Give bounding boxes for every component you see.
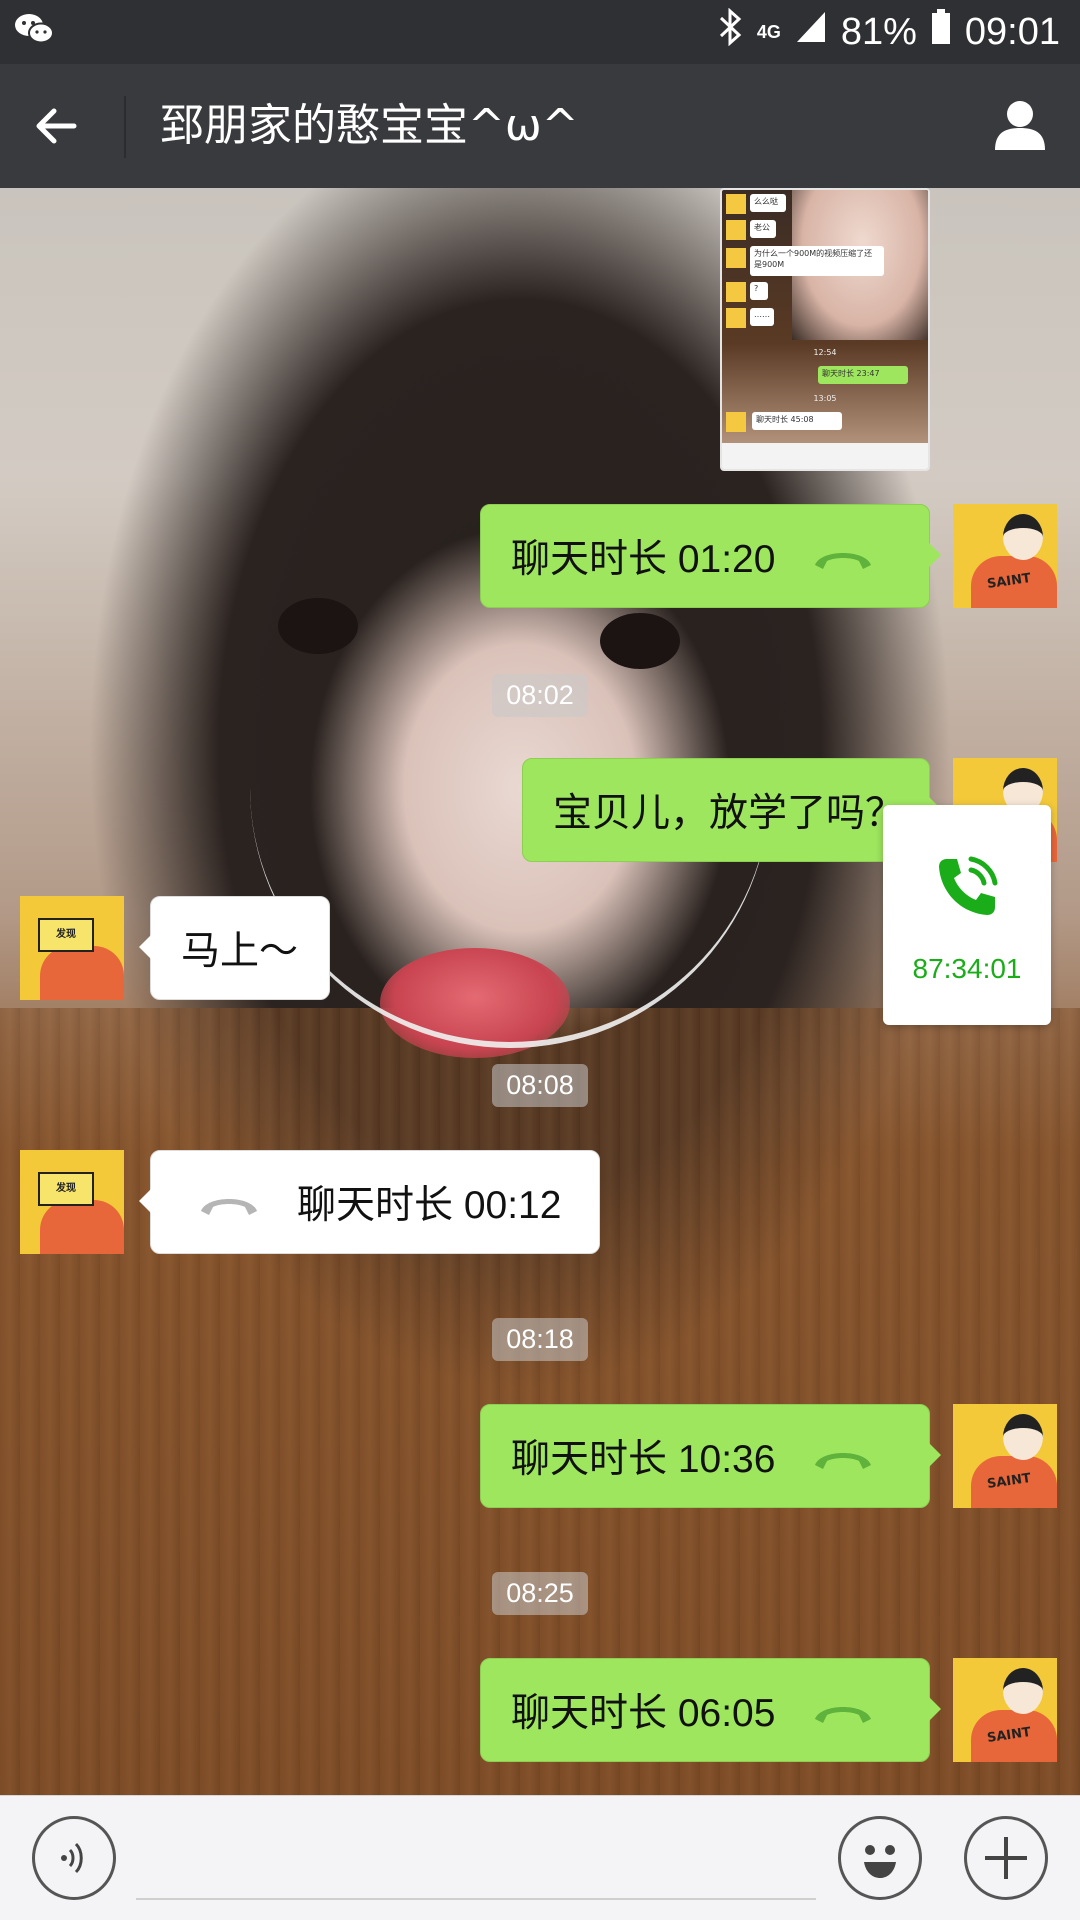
message-text: 聊天时长 10:36 bbox=[511, 1438, 776, 1481]
timestamp: 08:02 bbox=[0, 674, 1080, 717]
phone-hangup-icon bbox=[811, 1694, 875, 1726]
input-bar bbox=[0, 1795, 1080, 1920]
signal-icon bbox=[795, 10, 827, 54]
mini-input-bar bbox=[722, 443, 928, 469]
message-bubble-self[interactable]: 宝贝儿，放学了吗？ bbox=[522, 758, 941, 862]
network-type: 4G bbox=[756, 22, 781, 42]
mini-message: 老公 bbox=[750, 220, 776, 238]
message-text: 马上～ bbox=[181, 930, 299, 973]
timestamp: 08:18 bbox=[0, 1318, 1080, 1361]
mini-avatar bbox=[726, 194, 746, 214]
mini-avatar bbox=[726, 308, 746, 328]
message-text: 聊天时长 00:12 bbox=[297, 1184, 562, 1227]
battery-percent: 81% bbox=[840, 10, 917, 53]
mini-call-message: 聊天时长 45:08 bbox=[752, 412, 842, 430]
image-message[interactable]: 么么哒 老公 为什么一个900M的视频压缩了还是900M ? …… 12:54 … bbox=[720, 188, 930, 471]
message-bubble-self[interactable]: 聊天时长 10:36 bbox=[480, 1404, 941, 1508]
avatar-other[interactable]: 发现 bbox=[20, 896, 124, 1000]
chat-background-eye-left bbox=[278, 598, 358, 654]
bluetooth-icon bbox=[717, 7, 743, 56]
person-icon[interactable] bbox=[990, 94, 1050, 154]
arrow-left-icon[interactable] bbox=[30, 96, 90, 156]
message-bubble-other[interactable]: 聊天时长 00:12 bbox=[139, 1150, 600, 1254]
battery-icon bbox=[931, 9, 951, 55]
header-divider bbox=[124, 96, 126, 158]
avatar-self[interactable]: SAINT bbox=[953, 1404, 1057, 1508]
phone-hangup-icon bbox=[811, 1440, 875, 1472]
wechat-icon bbox=[14, 12, 54, 50]
mini-message: 么么哒 bbox=[750, 194, 786, 212]
plus-icon[interactable] bbox=[964, 1816, 1048, 1900]
mini-call-message: 聊天时长 23:47 bbox=[818, 366, 908, 384]
phone-call-icon bbox=[939, 856, 998, 915]
voice-icon[interactable] bbox=[32, 1816, 116, 1900]
mini-avatar bbox=[726, 220, 746, 240]
mini-avatar bbox=[726, 282, 746, 302]
phone-hangup-icon bbox=[197, 1186, 261, 1218]
mini-timestamp: 13:05 bbox=[813, 394, 837, 403]
avatar-other[interactable]: 发现 bbox=[20, 1150, 124, 1254]
chat-background-eye-right bbox=[600, 613, 680, 669]
mini-message: ? bbox=[750, 282, 768, 300]
message-text: 聊天时长 01:20 bbox=[511, 538, 776, 581]
call-duration: 87:34:01 bbox=[912, 953, 1022, 984]
mini-avatar bbox=[726, 248, 746, 268]
message-input[interactable] bbox=[136, 1898, 816, 1900]
emoji-icon[interactable] bbox=[838, 1816, 922, 1900]
message-bubble-other[interactable]: 马上～ bbox=[139, 896, 330, 1000]
chat-title: 郅朋家的憨宝宝^ω^ bbox=[160, 100, 579, 151]
timestamp: 08:08 bbox=[0, 1064, 1080, 1107]
phone-hangup-icon bbox=[811, 540, 875, 572]
message-text: 聊天时长 06:05 bbox=[511, 1692, 776, 1735]
clock: 09:01 bbox=[964, 10, 1060, 53]
message-bubble-self[interactable]: 聊天时长 06:05 bbox=[480, 1658, 941, 1762]
avatar-self[interactable]: SAINT bbox=[953, 504, 1057, 608]
mini-message: 为什么一个900M的视频压缩了还是900M bbox=[750, 246, 884, 276]
ongoing-call-widget[interactable]: 87:34:01 bbox=[883, 805, 1051, 1025]
status-bar: 4G 81% 09:01 bbox=[0, 0, 1080, 64]
message-text: 宝贝儿，放学了吗？ bbox=[553, 792, 905, 835]
avatar-self[interactable]: SAINT bbox=[953, 1658, 1057, 1762]
mini-message: …… bbox=[750, 308, 774, 326]
mini-timestamp: 12:54 bbox=[813, 348, 837, 357]
timestamp: 08:25 bbox=[0, 1572, 1080, 1615]
chat-header: 郅朋家的憨宝宝^ω^ bbox=[0, 64, 1080, 188]
mini-avatar bbox=[726, 412, 746, 432]
message-bubble-self[interactable]: 聊天时长 01:20 bbox=[480, 504, 941, 608]
